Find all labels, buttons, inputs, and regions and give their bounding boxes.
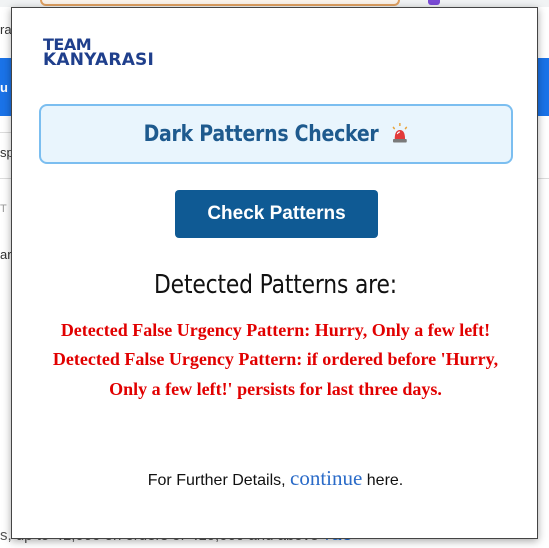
background-text-fragment: T — [0, 203, 7, 215]
background-divider — [537, 178, 549, 179]
browser-address-bar-edge — [40, 0, 400, 6]
title-banner: Dark Patterns Checker — [39, 104, 513, 164]
extension-icon[interactable] — [428, 0, 440, 5]
footer-suffix: here. — [366, 472, 404, 489]
check-patterns-button[interactable]: Check Patterns — [175, 190, 378, 238]
brand-logo: TEAM KANYARASI — [43, 37, 155, 70]
background-text-fragment: ar — [0, 247, 12, 262]
title-label: Dark Patterns Checker — [143, 121, 379, 147]
background-blue-button — [537, 58, 549, 116]
results-heading: Detected Patterns are: — [154, 270, 397, 300]
extension-popup: TEAM KANYARASI Dark Patterns Checker Che… — [11, 7, 538, 539]
brand-line-2: KANYARASI — [43, 50, 155, 70]
background-text-fragment: u — [0, 80, 8, 95]
background-text-fragment: ra — [0, 22, 12, 37]
footer-details: For Further Details, continue here. — [12, 466, 539, 491]
siren-icon — [391, 122, 407, 142]
footer-prefix: For Further Details, — [147, 472, 286, 489]
detected-pattern-list: Detected False Urgency Pattern: Hurry, O… — [42, 318, 509, 404]
detected-pattern-item: Detected False Urgency Pattern: Hurry, O… — [60, 320, 491, 340]
page-title: Dark Patterns Checker — [143, 122, 408, 147]
continue-link[interactable]: continue — [290, 466, 362, 490]
detected-pattern-item: Detected False Urgency Pattern: if order… — [52, 349, 499, 399]
